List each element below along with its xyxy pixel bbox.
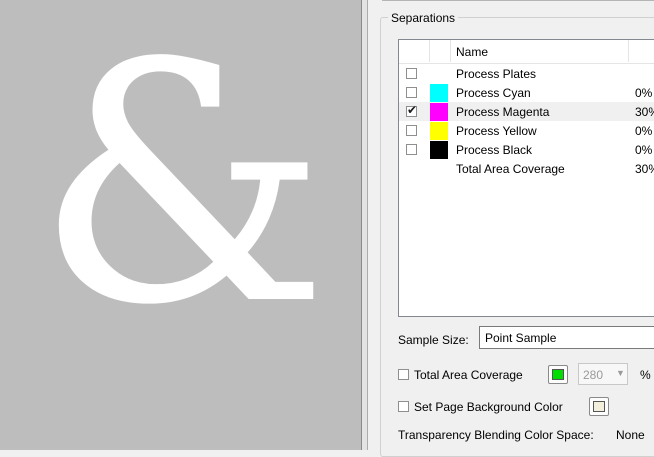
page-background-color-button[interactable] — [589, 397, 609, 416]
list-item[interactable]: Process Yellow 0% — [399, 121, 654, 140]
sample-size-select[interactable]: Point Sample — [479, 326, 654, 349]
blending-value[interactable]: None — [616, 428, 645, 442]
cyan-swatch — [430, 84, 448, 102]
plate-checkbox[interactable] — [406, 144, 417, 155]
list-item[interactable]: Process Cyan 0% — [399, 83, 654, 102]
check-icon: ✔ — [407, 103, 418, 117]
total-area-coverage-checkbox[interactable] — [398, 369, 409, 380]
separations-title: Separations — [388, 11, 459, 25]
yellow-swatch — [430, 122, 448, 140]
preview-ampersand: & — [35, 0, 329, 377]
output-preview-panel: Separations Name Process Plates Process … — [368, 0, 654, 457]
list-item[interactable]: Process Plates — [399, 64, 654, 83]
coverage-unit: % — [640, 368, 651, 382]
plate-checkbox[interactable] — [406, 87, 417, 98]
black-swatch — [430, 141, 448, 159]
coverage-color-button[interactable] — [548, 365, 568, 384]
pane-splitter[interactable] — [361, 0, 368, 450]
page-background-label: Set Page Background Color — [414, 400, 563, 414]
coverage-color-swatch — [552, 369, 564, 380]
chevron-down-icon[interactable]: ▼ — [616, 368, 625, 378]
preview-pane: & — [0, 0, 361, 450]
blending-label: Transparency Blending Color Space: — [398, 428, 594, 442]
coverage-value: 280 — [583, 368, 604, 382]
list-item[interactable]: Process Black 0% — [399, 140, 654, 159]
column-header-name[interactable]: Name — [456, 45, 488, 59]
sample-size-label: Sample Size: — [398, 333, 469, 347]
plate-checkbox[interactable] — [406, 125, 417, 136]
total-area-coverage-label: Total Area Coverage — [414, 368, 523, 382]
sample-size-value: Point Sample — [485, 331, 557, 345]
separations-list[interactable]: Name Process Plates Process Cyan 0% ✔ Pr… — [398, 39, 654, 317]
plate-checkbox[interactable] — [406, 68, 417, 79]
list-item: Total Area Coverage 30% — [456, 162, 654, 176]
coverage-value-stepper[interactable]: 280 ▼ — [578, 363, 628, 385]
page-background-color-swatch — [593, 401, 605, 412]
plate-checkbox[interactable]: ✔ — [406, 103, 418, 117]
list-item[interactable]: ✔ Process Magenta 30% — [399, 102, 654, 121]
magenta-swatch — [430, 103, 448, 121]
list-header: Name — [399, 40, 654, 64]
page-background-checkbox[interactable] — [398, 401, 409, 412]
